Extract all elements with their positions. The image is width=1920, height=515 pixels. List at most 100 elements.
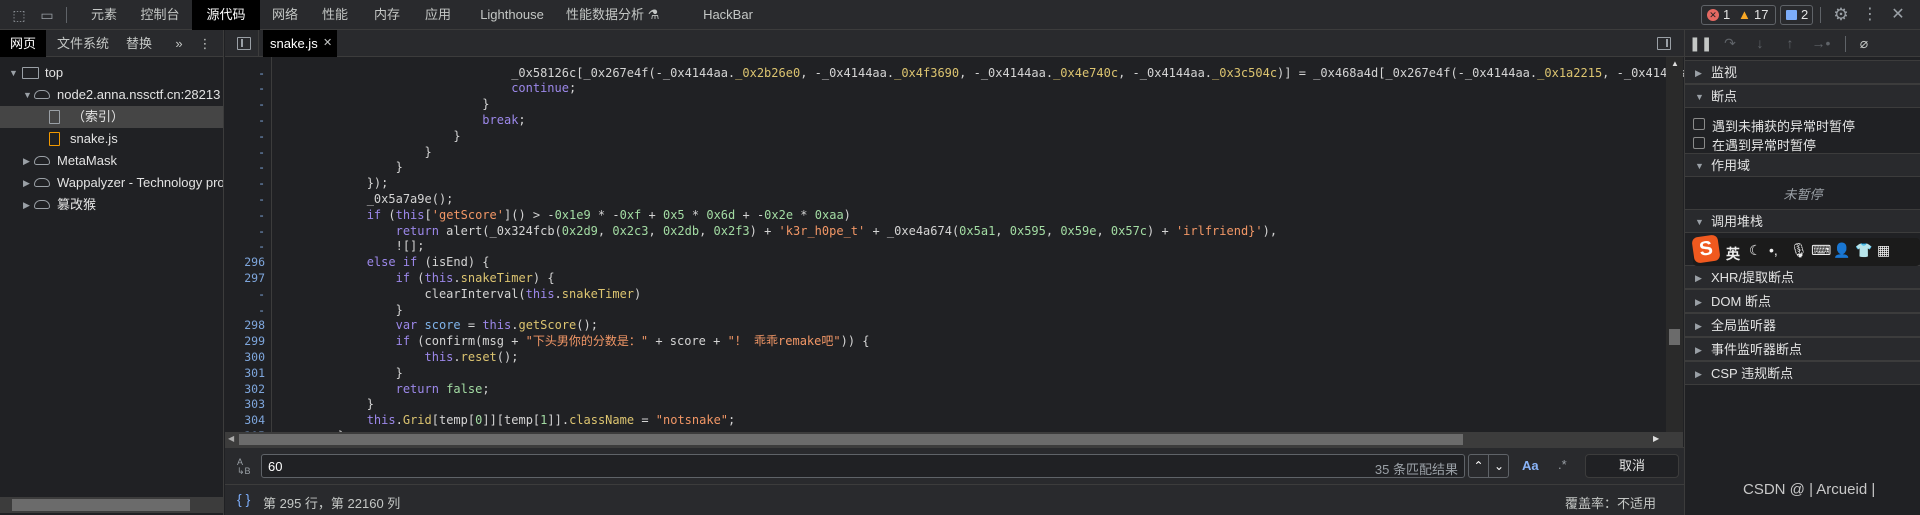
editor-vertical-scrollbar[interactable]: ▲ [1666,57,1683,432]
line-number[interactable]: 301 [225,366,265,382]
section-breakpoints[interactable]: ▼ 断点 [1685,84,1920,108]
close-icon[interactable]: ✕ [1888,0,1908,30]
line-number[interactable]: 304 [225,413,265,429]
navigator-horizontal-scrollbar[interactable] [0,497,223,513]
line-number[interactable]: 303 [225,397,265,413]
deactivate-breakpoints-icon[interactable]: ⌀ [1851,30,1877,57]
user-icon[interactable]: 👤 [1833,242,1850,259]
tree-item-wappalyzer[interactable]: ▶ Wappalyzer - Technology profiler [0,172,223,194]
more-options-icon[interactable]: ⋮ [1860,0,1880,30]
navigator-menu-icon[interactable]: ⋮ [198,30,212,57]
section-dom-breakpoints[interactable]: ▶ DOM 断点 [1685,289,1920,313]
line-number[interactable]: - [225,160,265,176]
line-number[interactable]: 299 [225,334,265,350]
tab-lighthouse[interactable]: Lighthouse [470,0,554,30]
punctuation-icon[interactable]: •, [1769,242,1778,258]
pretty-print-icon[interactable]: { } [237,491,250,507]
code-line[interactable]: this.Grid[temp[0]][temp[1]].className = … [280,413,736,429]
tab-overrides[interactable]: 替换 [122,30,156,57]
tab-page[interactable]: 网页 [0,30,46,57]
previous-match-button[interactable]: ⌃ [1469,455,1489,477]
checkbox[interactable] [1693,137,1705,149]
gear-icon[interactable]: ⚙ [1830,0,1852,30]
toggle-debugger-icon[interactable] [1657,37,1671,50]
tab-performance-insights[interactable]: 性能数据分析 ⚗ [566,0,666,30]
checkbox-pause-caught[interactable]: 在遇到异常时暂停 [1685,134,1920,153]
code-line[interactable]: } [280,97,489,113]
section-xhr-breakpoints[interactable]: ▶ XHR/提取断点 [1685,265,1920,289]
tree-item-origin[interactable]: ▼ node2.anna.nssctf.cn:28213 [0,84,223,106]
code-line[interactable]: if (this.snakeTimer) { [280,271,555,287]
tab-performance[interactable]: 性能 [316,0,354,30]
moon-icon[interactable]: ☾ [1749,242,1762,259]
line-number[interactable]: - [225,97,265,113]
pause-icon[interactable]: ❚❚ [1689,30,1712,57]
code-line[interactable]: if (confirm(msg + "下头男你的分数是：" + score + … [280,334,870,350]
code-line[interactable]: else if (isEnd) { [280,255,490,271]
tab-filesystem[interactable]: 文件系统 [54,30,112,57]
scrollbar-thumb[interactable] [239,434,1463,445]
section-watch[interactable]: ▶ 监视 [1685,60,1920,84]
cancel-button[interactable]: 取消 [1585,454,1679,478]
collapse-arrow-icon[interactable]: ▶ [23,150,30,172]
code-line[interactable]: _0x58126c[_0x267e4f(-_0x4144aa._0x2b26e0… [280,66,1684,82]
tab-network[interactable]: 网络 [266,0,304,30]
next-match-button[interactable]: ⌄ [1489,455,1509,477]
file-tab-snake-js[interactable]: snake.js ✕ [263,30,337,57]
tab-elements[interactable]: 元素 [84,0,124,30]
code-line[interactable]: _0x5a7a9e(); [280,192,454,208]
line-number[interactable]: 302 [225,382,265,398]
line-number[interactable]: 298 [225,318,265,334]
line-number[interactable]: - [225,176,265,192]
code-line[interactable]: ![]; [280,239,425,255]
close-tab-icon[interactable]: ✕ [323,30,332,57]
ime-language-toggle[interactable]: 英 [1726,244,1740,264]
line-number[interactable]: - [225,224,265,240]
tree-item-metamask[interactable]: ▶ MetaMask [0,150,223,172]
line-number[interactable]: 296 [225,255,265,271]
section-event-listener-breakpoints[interactable]: ▶ 事件监听器断点 [1685,337,1920,361]
device-toolbar-icon[interactable]: ▭ [36,0,58,30]
tree-item-top[interactable]: ▼ top [0,62,223,84]
code-line[interactable]: } [280,303,403,319]
match-case-button[interactable]: Aa [1522,458,1539,473]
code-line[interactable]: } [280,145,431,161]
scroll-left-arrow-icon[interactable]: ◀ [228,434,234,443]
line-number[interactable]: - [225,129,265,145]
scrollbar-thumb[interactable] [1669,329,1680,345]
line-number[interactable]: 300 [225,350,265,366]
line-number[interactable]: - [225,303,265,319]
issues-badge[interactable]: ✕ 1 ▲ 17 [1701,5,1776,25]
expand-arrow-icon[interactable]: ▼ [9,62,18,84]
search-input[interactable]: 60 35 条匹配结果 [261,454,1465,478]
skin-icon[interactable]: 👕 [1855,242,1872,259]
code-line[interactable]: } [280,397,374,413]
line-number[interactable]: - [225,113,265,129]
scrollbar-thumb[interactable] [12,499,190,511]
microphone-icon[interactable]: 🎙 [1790,242,1808,259]
toggle-navigator-icon[interactable] [237,37,251,50]
tab-application[interactable]: 应用 [419,0,457,30]
tab-sources[interactable]: 源代码 [192,0,260,30]
code-line[interactable]: break; [280,113,525,129]
code-line[interactable]: } [280,366,403,382]
section-scope[interactable]: ▼ 作用域 [1685,153,1920,177]
collapse-arrow-icon[interactable]: ▶ [23,194,30,216]
code-line[interactable]: } [280,129,460,145]
sogou-logo-icon[interactable]: S [1691,234,1721,264]
code-line[interactable]: var score = this.getScore(); [280,318,598,334]
code-line[interactable]: }); [280,176,389,192]
checkbox[interactable] [1693,118,1705,130]
keyboard-icon[interactable]: ⌨ [1811,242,1831,259]
step-out-icon[interactable]: ↑ [1779,30,1801,57]
section-csp-breakpoints[interactable]: ▶ CSP 违规断点 [1685,361,1920,385]
collapse-arrow-icon[interactable]: ▶ [23,172,30,194]
code-line[interactable]: return false; [280,382,490,398]
messages-badge[interactable]: 2 [1780,5,1813,25]
tree-item-snake-js[interactable]: snake.js [0,128,223,150]
tree-item-tampermonkey[interactable]: ▶ 篡改猴 [0,194,223,216]
replace-toggle-icon[interactable]: A ↳B [237,458,251,476]
step-into-icon[interactable]: ↓ [1749,30,1771,57]
scroll-up-arrow-icon[interactable]: ▲ [1671,59,1679,68]
line-number[interactable]: - [225,145,265,161]
